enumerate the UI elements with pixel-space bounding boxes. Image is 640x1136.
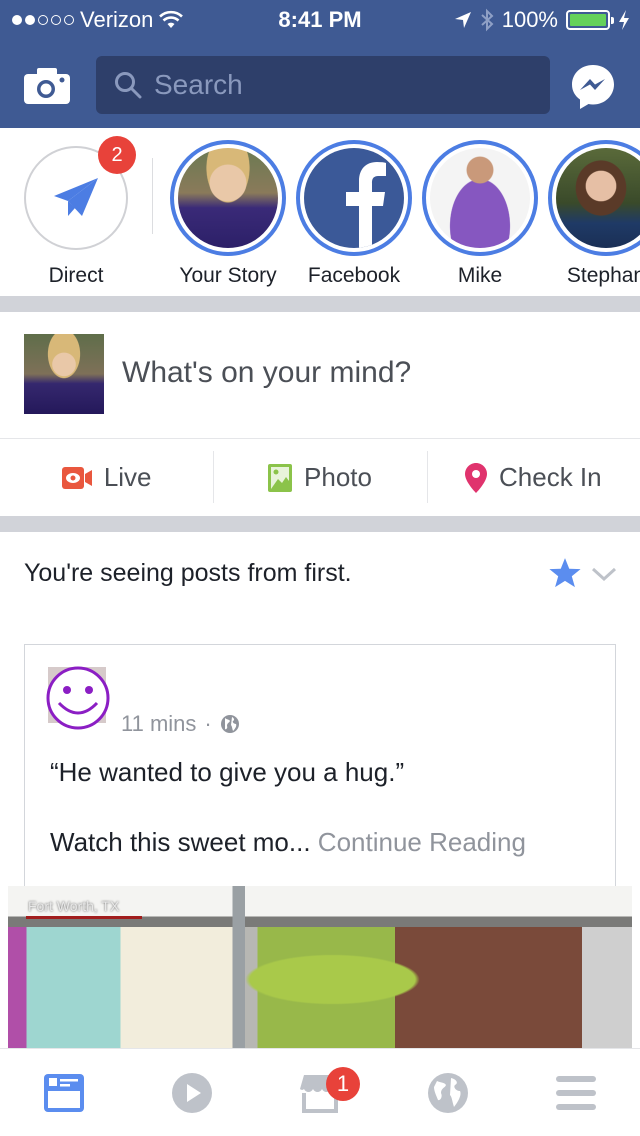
post-meta: 11 mins · xyxy=(121,711,240,737)
marketplace-badge: 1 xyxy=(326,1067,360,1101)
location-pin-icon xyxy=(465,462,488,493)
post-text-excerpt: Watch this sweet mo... xyxy=(50,827,311,857)
user-avatar[interactable] xyxy=(24,334,104,414)
tab-news-feed[interactable] xyxy=(0,1049,128,1136)
hamburger-menu-icon xyxy=(556,1075,596,1110)
composer: What's on your mind? Live Photo Check In xyxy=(0,312,640,516)
stories-divider xyxy=(152,158,153,234)
globe-icon xyxy=(220,715,239,733)
post-timestamp[interactable]: 11 mins xyxy=(121,711,196,737)
live-video-icon xyxy=(61,466,92,489)
story-label: Direct xyxy=(48,264,104,287)
search-placeholder: Search xyxy=(154,69,243,100)
meta-separator: · xyxy=(204,711,212,736)
section-separator xyxy=(0,516,640,532)
battery-icon xyxy=(566,10,614,30)
story-facebook[interactable]: Facebook xyxy=(292,140,416,288)
post-video[interactable]: Fort Worth, TX xyxy=(8,886,632,1048)
video-location-caption: Fort Worth, TX xyxy=(28,898,120,914)
messenger-button[interactable] xyxy=(571,64,615,110)
chevron-down-icon xyxy=(591,567,617,582)
post-text-line: Watch this sweet mo... Continue Reading xyxy=(50,827,526,858)
search-input[interactable]: Search xyxy=(96,56,550,114)
globe-icon xyxy=(428,1072,468,1113)
caption-underline xyxy=(26,916,142,919)
direct-badge: 2 xyxy=(98,136,136,174)
photo-button[interactable]: Photo xyxy=(213,439,426,516)
post-options-button[interactable] xyxy=(590,560,618,588)
story-mike[interactable]: Mike xyxy=(418,140,542,288)
battery-percent: 100% xyxy=(501,7,558,32)
paper-plane-icon xyxy=(54,178,98,216)
story-stephan[interactable]: Stephan xyxy=(544,140,640,288)
charging-bolt-icon xyxy=(619,10,629,30)
story-your-story[interactable]: Your Story xyxy=(166,140,290,288)
tab-menu[interactable] xyxy=(512,1049,640,1136)
tab-watch[interactable] xyxy=(128,1049,256,1136)
live-button[interactable]: Live xyxy=(0,439,213,516)
story-label: Stephan xyxy=(566,264,640,287)
live-label: Live xyxy=(103,462,152,492)
news-feed: You're seeing posts from first. 11 mins … xyxy=(0,532,640,1048)
play-video-icon xyxy=(172,1072,212,1113)
smiley-face-icon[interactable] xyxy=(45,665,111,731)
post-text-line: “He wanted to give you a hug.” xyxy=(50,757,405,787)
star-icon xyxy=(549,558,581,588)
location-arrow-icon xyxy=(454,12,471,28)
status-bar: Verizon 8:41 PM 100% xyxy=(0,0,640,40)
photo-icon xyxy=(268,463,293,492)
see-first-notice: You're seeing posts from first. xyxy=(24,559,352,587)
story-label: Facebook xyxy=(307,264,401,287)
news-feed-icon xyxy=(44,1073,84,1112)
stories-tray: 2 Direct Your Story Facebook Mike Stepha… xyxy=(0,128,640,296)
see-first-star-button[interactable] xyxy=(548,556,582,590)
story-direct[interactable]: 2 Direct xyxy=(14,136,138,288)
check-in-button[interactable]: Check In xyxy=(426,439,640,516)
your-story-avatar xyxy=(178,148,278,248)
status-prompt-input[interactable]: What's on your mind? xyxy=(122,356,411,390)
tab-marketplace[interactable]: 1 xyxy=(256,1049,384,1136)
bottom-tab-bar: 1 xyxy=(0,1048,640,1136)
story-label: Mike xyxy=(457,264,503,287)
photo-label: Photo xyxy=(304,462,372,492)
header: Verizon 8:41 PM 100% Search xyxy=(0,0,640,128)
section-separator xyxy=(0,296,640,312)
bluetooth-icon xyxy=(481,8,494,32)
continue-reading-link[interactable]: Continue Reading xyxy=(318,827,526,857)
tab-notifications[interactable] xyxy=(384,1049,512,1136)
story-label: Your Story xyxy=(179,264,277,287)
stephan-avatar xyxy=(556,148,640,248)
messenger-icon xyxy=(572,65,614,109)
facebook-logo-icon xyxy=(304,148,404,248)
camera-button[interactable] xyxy=(24,68,70,104)
camera-icon xyxy=(24,68,70,104)
search-icon xyxy=(115,72,142,99)
check-in-label: Check In xyxy=(499,462,602,492)
mike-avatar xyxy=(430,148,530,248)
